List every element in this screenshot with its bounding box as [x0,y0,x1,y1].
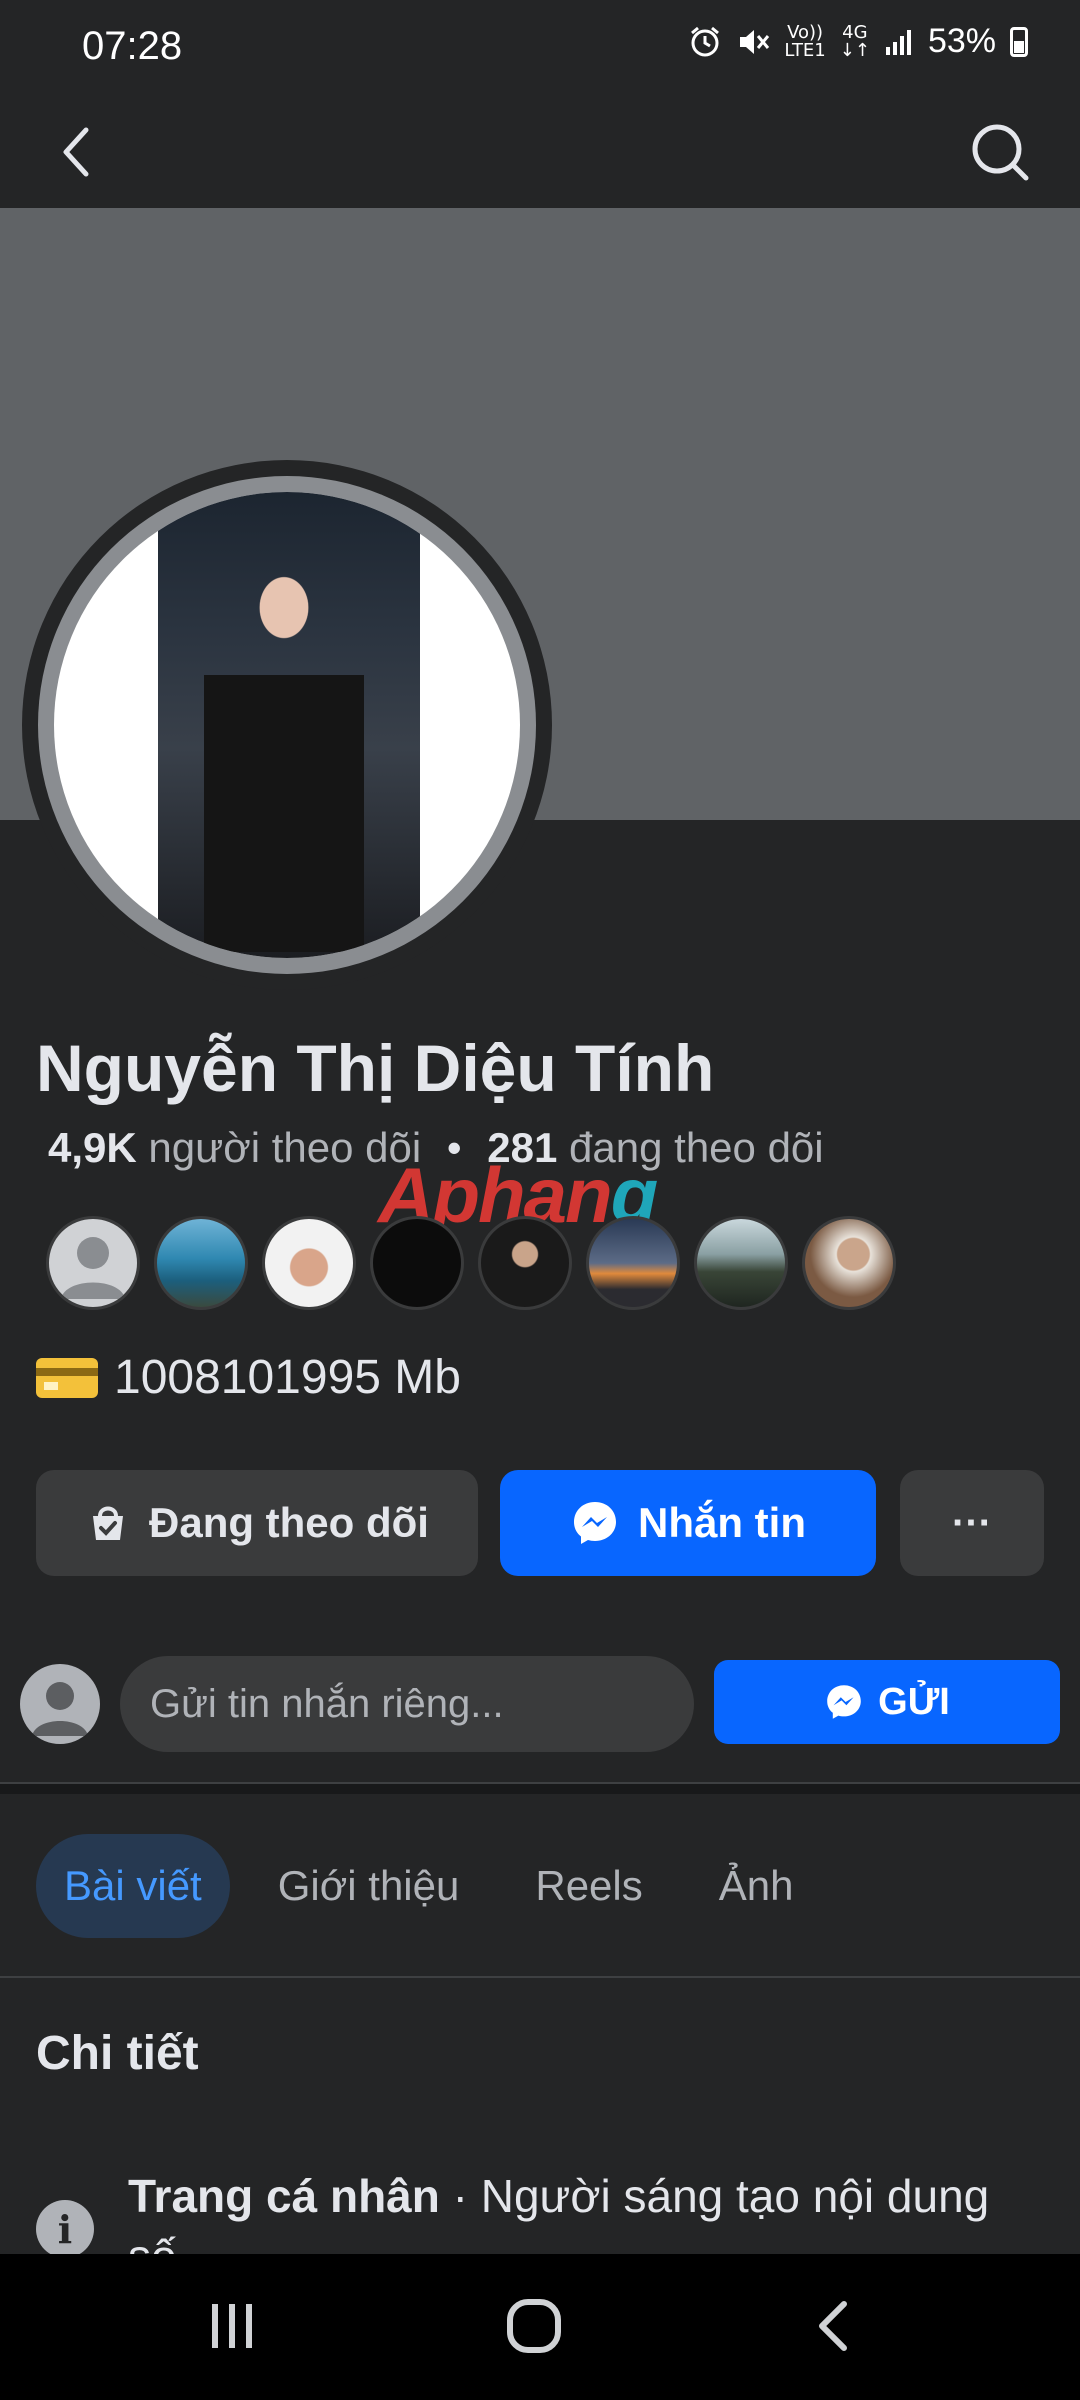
following-button[interactable]: Đang theo dõi [36,1470,478,1576]
volte-label: Vo)) [787,21,824,43]
details-title: Chi tiết [36,2027,199,2080]
recent-apps-button[interactable] [182,2286,282,2366]
follower-avatar[interactable] [802,1216,896,1310]
send-button[interactable]: GỬI [714,1660,1060,1744]
detail-category-bold: Trang cá nhân [128,2170,440,2222]
profile-info-line: 1008101995 Mb [36,1350,461,1405]
mute-icon [740,29,770,54]
more-dots-icon: ··· [952,1500,992,1545]
back-button[interactable] [40,112,120,192]
tab-reels[interactable]: Reels [507,1834,670,1938]
private-message-input[interactable]: Gửi tin nhắn riêng... [120,1656,694,1752]
messenger-icon [827,1685,861,1719]
default-person-icon [61,1237,125,1299]
followers-count: 4,9K [48,1124,137,1171]
volte-indicator: Vo)) LTE1 [784,21,826,61]
back-chevron-icon [819,2301,847,2351]
following-button-label: Đang theo dõi [149,1499,429,1546]
send-button-label: GỬI [878,1680,950,1723]
battery-percent: 53% [927,22,996,60]
info-icon: i [36,2200,94,2258]
tab-divider [0,1976,1080,1978]
messenger-icon [574,1502,616,1544]
signal-icon [885,29,911,55]
alarm-icon [691,26,720,56]
profile-tabs: Bài viết Giới thiệu Reels Ảnh [36,1834,821,1938]
follower-avatar[interactable] [694,1216,788,1310]
mutual-followers-row[interactable] [46,1216,896,1310]
system-back-button[interactable] [786,2286,886,2366]
profile-name: Nguyễn Thị Diệu Tính [36,1031,715,1105]
follower-avatar[interactable] [586,1216,680,1310]
lte-label: LTE1 [784,39,826,61]
back-arrow-icon [63,127,89,177]
top-nav [0,96,1080,208]
status-icons: Vo)) LTE1 4G ↓↑ 53% [688,22,1028,61]
profile-info-text: 1008101995 Mb [114,1351,461,1404]
battery-icon [1010,26,1028,57]
generation-label: 4G [842,21,868,43]
follower-avatar[interactable] [370,1216,464,1310]
tab-about[interactable]: Giới thiệu [250,1834,488,1938]
message-button[interactable]: Nhắn tin [500,1470,876,1576]
home-button[interactable] [484,2286,584,2366]
more-options-button[interactable]: ··· [900,1470,1044,1576]
avatar-photo-person [204,532,364,952]
network-type: 4G ↓↑ [839,21,870,61]
data-arrows-icon: ↓↑ [839,39,870,61]
follower-avatar[interactable] [478,1216,572,1310]
search-icon [972,124,1029,181]
default-person-icon [32,1682,88,1736]
follower-avatar[interactable] [262,1216,356,1310]
following-check-icon [93,1506,123,1540]
home-icon [507,2299,561,2353]
section-divider [0,1782,1080,1794]
profile-avatar[interactable] [54,492,520,958]
credit-card-icon [36,1357,98,1398]
follower-avatar[interactable] [154,1216,248,1310]
tab-photos[interactable]: Ảnh [691,1834,822,1938]
message-button-label: Nhắn tin [638,1499,806,1546]
follower-avatar[interactable] [46,1216,140,1310]
private-message-placeholder: Gửi tin nhắn riêng... [150,1681,504,1726]
status-time: 07:28 [82,24,183,68]
recent-apps-icon [212,2304,252,2348]
search-button[interactable] [960,112,1040,192]
my-avatar [20,1664,100,1744]
tab-posts[interactable]: Bài viết [36,1834,230,1938]
